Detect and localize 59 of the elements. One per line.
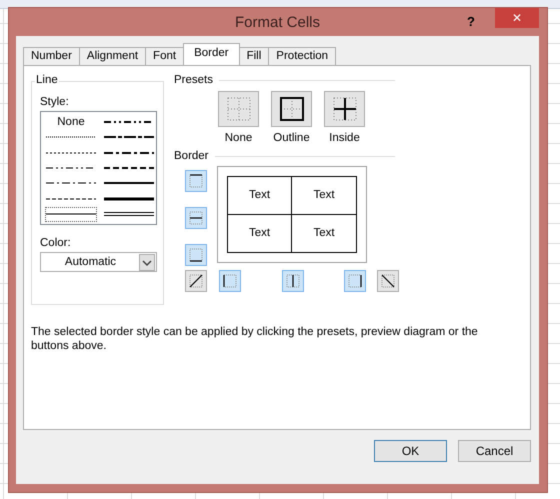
border-preset-icon xyxy=(330,95,358,123)
border-preset-icon xyxy=(278,95,306,123)
border-edge-icon xyxy=(221,272,239,290)
section-title: Border xyxy=(174,150,209,162)
dialog-button[interactable]: Cancel xyxy=(458,440,531,462)
help-button[interactable]: ? xyxy=(467,14,475,29)
dialog-button[interactable]: OK xyxy=(374,440,447,462)
border-edge-icon xyxy=(187,272,205,290)
border-edge-icon xyxy=(284,272,302,290)
border-edge-icon xyxy=(379,272,397,290)
color-label: Color: xyxy=(40,237,72,249)
preset-button[interactable] xyxy=(324,91,365,127)
line-sample-icon xyxy=(46,180,96,186)
line-sample-icon xyxy=(104,196,154,202)
preset-button[interactable] xyxy=(271,91,312,127)
description-text: The selected border style can be applied by clicking the presets, preview diagram or the buttons above. xyxy=(31,325,479,353)
border-toggle-button[interactable] xyxy=(344,270,366,292)
border-toggle-button[interactable] xyxy=(282,270,304,292)
border-preview[interactable]: Text Text Text Text xyxy=(217,166,367,263)
line-style-option[interactable] xyxy=(45,206,97,222)
border-toggle-button[interactable] xyxy=(377,270,399,292)
preview-cell-text: Text xyxy=(313,189,335,202)
preset-label: None xyxy=(224,132,252,144)
line-sample-icon xyxy=(46,211,96,218)
tab[interactable]: Number xyxy=(23,47,80,65)
preset-label: Outline xyxy=(273,132,310,144)
line-sample-icon xyxy=(104,180,154,186)
border-edge-icon xyxy=(187,172,205,190)
line-sample-icon xyxy=(104,150,154,156)
window-title: Format Cells xyxy=(234,14,320,30)
line-sample-icon xyxy=(104,134,154,140)
border-edge-icon xyxy=(346,272,364,290)
preview-cell-text: Text xyxy=(313,227,335,240)
border-edge-icon xyxy=(187,209,205,227)
line-sample-icon xyxy=(46,150,96,156)
tab[interactable]: Border xyxy=(183,43,240,65)
border-toggle-button[interactable] xyxy=(219,270,241,292)
border-edge-icon xyxy=(187,246,205,264)
group-title: Line xyxy=(35,74,59,86)
section-title: Presets xyxy=(174,74,213,86)
border-toggle-button[interactable] xyxy=(185,244,207,266)
preview-cell-text: Text xyxy=(248,189,270,202)
border-toggle-button[interactable] xyxy=(185,207,207,229)
line-sample-icon xyxy=(46,196,96,202)
line-sample-icon xyxy=(46,164,96,171)
preview-cell-text: Text xyxy=(248,227,270,240)
line-sample-icon xyxy=(104,211,154,218)
border-toggle-button[interactable] xyxy=(185,270,207,292)
style-label: Style: xyxy=(40,96,70,108)
close-button[interactable]: ✕ xyxy=(495,8,539,28)
line-sample-icon xyxy=(104,164,154,171)
line-style-option[interactable]: None xyxy=(45,114,97,130)
line-sample-icon xyxy=(46,134,96,140)
border-toggle-button[interactable] xyxy=(185,170,207,192)
tab[interactable]: Protection xyxy=(268,47,336,65)
color-dropdown[interactable]: Automatic xyxy=(40,252,157,272)
line-sample-icon xyxy=(104,118,154,125)
border-preset-icon xyxy=(224,95,252,123)
preset-label: Inside xyxy=(329,132,360,144)
